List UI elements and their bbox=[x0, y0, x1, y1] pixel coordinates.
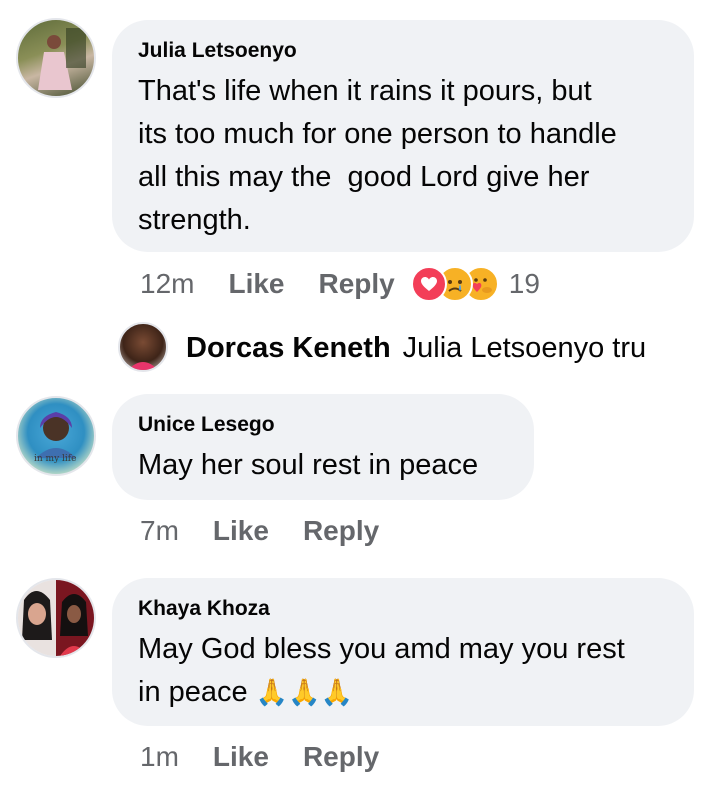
reply-button[interactable]: Reply bbox=[303, 741, 379, 773]
reply-author[interactable]: Dorcas Keneth bbox=[186, 332, 391, 365]
avatar-photo-icon bbox=[128, 362, 158, 370]
avatar-photo-icon bbox=[38, 28, 86, 90]
avatar[interactable] bbox=[16, 578, 96, 658]
comment-author[interactable]: Khaya Khoza bbox=[138, 596, 668, 622]
pray-emoji: 🙏🙏🙏 bbox=[255, 678, 353, 708]
comment-text: That's life when it rains it pours, but … bbox=[138, 75, 617, 236]
love-reaction-icon bbox=[410, 266, 447, 302]
comment-text: May her soul rest in peace bbox=[138, 449, 479, 481]
avatar[interactable] bbox=[16, 18, 96, 98]
reply-text: Julia Letsoenyo tru bbox=[402, 332, 647, 364]
comment-actions: 1m Like Reply bbox=[140, 741, 413, 773]
comment-time[interactable]: 1m bbox=[140, 741, 179, 773]
avatar-caption: in my life bbox=[34, 454, 77, 464]
like-button[interactable]: Like bbox=[228, 268, 284, 300]
like-button[interactable]: Like bbox=[213, 741, 269, 773]
like-button[interactable]: Like bbox=[213, 515, 269, 547]
reaction-summary[interactable]: 19 bbox=[410, 266, 540, 302]
comment-bubble: Unice Lesego May her soul rest in peace bbox=[112, 394, 534, 500]
comment-bubble: Khaya Khoza May God bless you amd may yo… bbox=[112, 578, 694, 726]
comment-time[interactable]: 12m bbox=[140, 268, 194, 300]
comment-text: May God bless you amd may you rest in pe… bbox=[138, 628, 668, 715]
comment-author[interactable]: Unice Lesego bbox=[138, 412, 508, 438]
avatar[interactable]: in my life bbox=[16, 396, 96, 476]
comment-text-body: May God bless you amd may you rest in pe… bbox=[138, 633, 625, 708]
avatar[interactable] bbox=[118, 322, 168, 372]
avatar-photo-icon bbox=[18, 580, 94, 656]
comment-time[interactable]: 7m bbox=[140, 515, 179, 547]
comment-actions: 12m Like Reply 19 bbox=[140, 266, 540, 302]
comment-actions: 7m Like Reply bbox=[140, 515, 413, 547]
reply-button[interactable]: Reply bbox=[303, 515, 379, 547]
comment-bubble: Julia Letsoenyo That's life when it rain… bbox=[112, 20, 694, 252]
reply-preview[interactable]: Dorcas Keneth Julia Letsoenyo tru bbox=[186, 332, 646, 365]
reply-button[interactable]: Reply bbox=[319, 268, 395, 300]
comment-author[interactable]: Julia Letsoenyo bbox=[138, 38, 668, 64]
reaction-count: 19 bbox=[508, 268, 540, 299]
